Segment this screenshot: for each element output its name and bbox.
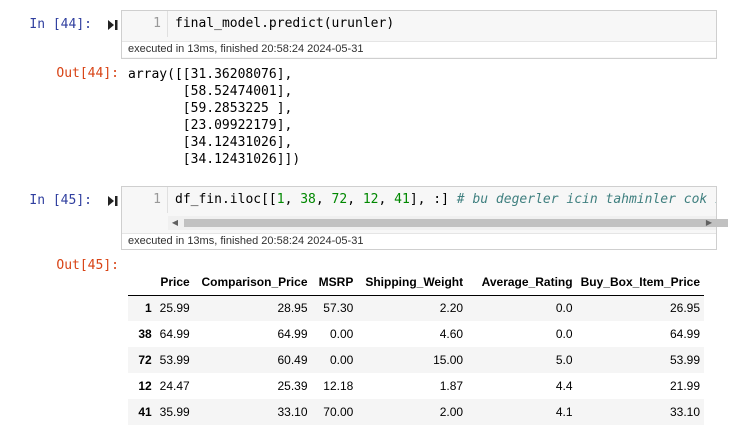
header-row: Price Comparison_Price MSRP Shipping_Wei… — [128, 269, 704, 296]
array-output-line: array([[31.36208076], — [128, 67, 293, 82]
line-number: 1 — [122, 11, 168, 37]
in-prompt-44: In [44]: — [29, 17, 92, 32]
table-cell: 5.0 — [555, 353, 573, 367]
code-comment: # bu degerler icin tahminler cok iyi — [456, 192, 716, 207]
table-cell: 26.95 — [669, 301, 700, 316]
table-row: 1 25.99 28.95 57.30 2.20 0.0 26.95 — [128, 295, 704, 321]
line-number: 1 — [122, 187, 168, 213]
in-prompt-45: In [45]: — [29, 193, 92, 208]
column-header: Shipping_Weight — [357, 269, 468, 296]
execution-info: executed in 13ms, finished 20:58:24 2024… — [122, 41, 716, 57]
table-cell: 64.99 — [669, 327, 700, 341]
table-cell: 24.47 — [159, 379, 190, 393]
table-cell: 0.0 — [555, 301, 573, 316]
dataframe-table: Price Comparison_Price MSRP Shipping_Wei… — [128, 269, 704, 425]
table-cell: 2.00 — [439, 405, 464, 419]
code-line[interactable]: 1 final_model.predict(urunler) — [122, 11, 716, 37]
code-sep: , — [284, 192, 301, 207]
table-cell: 35.99 — [159, 405, 190, 419]
array-output-line: [34.12431026]]) — [128, 152, 301, 167]
horizontal-scrollbar[interactable]: ◀ ▶ — [168, 216, 728, 230]
code-input-44[interactable]: 1 final_model.predict(urunler) executed … — [121, 10, 717, 59]
row-index: 72 — [138, 353, 152, 367]
table-cell: 15.00 — [433, 353, 464, 367]
row-index: 12 — [138, 379, 152, 393]
code-number: 72 — [331, 192, 348, 207]
column-header: Buy_Box_Item_Price — [576, 269, 704, 296]
row-index: 1 — [144, 301, 152, 316]
table-cell: 4.60 — [439, 327, 464, 341]
array-output-line: [59.2853225 ], — [128, 101, 293, 116]
column-header: Price — [155, 269, 194, 296]
table-cell: 60.49 — [277, 353, 308, 367]
run-cell-icon[interactable] — [107, 195, 119, 207]
table-cell: 33.10 — [669, 405, 700, 419]
table-cell: 25.39 — [277, 379, 308, 393]
run-cell-icon[interactable] — [107, 19, 119, 31]
table-cell: 0.00 — [329, 327, 354, 341]
code-number: 38 — [300, 192, 316, 207]
scrollbar-thumb[interactable] — [184, 219, 728, 227]
table-row: 72 53.99 60.49 0.00 15.00 5.0 53.99 — [128, 347, 704, 373]
code-number: 41 — [394, 192, 410, 207]
out-prompt-45: Out[45]: — [56, 258, 119, 273]
table-cell: 21.99 — [669, 379, 700, 393]
scroll-right-icon[interactable]: ▶ — [702, 216, 716, 230]
code-text[interactable]: df_fin.iloc[[1, 38, 72, 12, 41], :] # bu… — [175, 187, 716, 213]
table-cell: 64.99 — [159, 327, 190, 341]
table-cell: 4.4 — [555, 379, 573, 393]
table-row: 41 35.99 33.10 70.00 2.00 4.1 33.10 — [128, 399, 704, 425]
table-cell: 1.87 — [439, 379, 464, 393]
row-index: 38 — [138, 327, 152, 341]
array-output-line: [34.12431026], — [128, 135, 293, 150]
execution-info: executed in 13ms, finished 20:58:24 2024… — [122, 233, 716, 249]
table-cell: 64.99 — [277, 327, 308, 341]
column-header: MSRP — [311, 269, 358, 296]
table-cell: 4.1 — [555, 405, 573, 419]
code-sep: , — [347, 192, 363, 207]
out-prompt-44: Out[44]: — [56, 66, 119, 81]
table-cell: 33.10 — [277, 405, 308, 419]
table-cell: 57.30 — [323, 301, 354, 316]
table-cell: 28.95 — [277, 301, 308, 316]
code-sep: , — [315, 192, 332, 207]
column-header: Comparison_Price — [193, 269, 312, 296]
table-cell: 70.00 — [323, 405, 354, 419]
code-input-45[interactable]: 1 df_fin.iloc[[1, 38, 72, 12, 41], :] # … — [121, 186, 728, 250]
code-middle: ], :] — [409, 192, 457, 207]
code-line[interactable]: 1 df_fin.iloc[[1, 38, 72, 12, 41], :] # … — [122, 187, 716, 213]
table-row: 12 24.47 25.39 12.18 1.87 4.4 21.99 — [128, 373, 704, 399]
dataframe-output: Price Comparison_Price MSRP Shipping_Wei… — [128, 269, 704, 425]
table-cell: 12.18 — [323, 379, 354, 393]
code-sep: , — [378, 192, 395, 207]
index-header — [128, 269, 156, 296]
table-cell: 2.20 — [439, 301, 464, 316]
row-index: 41 — [138, 405, 152, 419]
code-prefix: df_fin.iloc[[ — [175, 192, 277, 207]
code-number: 1 — [276, 192, 285, 207]
array-output: array([[31.36208076], [58.52474001], [59… — [128, 66, 300, 168]
table-cell: 0.0 — [555, 327, 573, 341]
column-header: Average_Rating — [467, 269, 577, 296]
table-cell: 25.99 — [159, 301, 190, 316]
scroll-left-icon[interactable]: ◀ — [168, 216, 182, 230]
array-output-line: [58.52474001], — [128, 84, 293, 99]
table-row: 38 64.99 64.99 0.00 4.60 0.0 64.99 — [128, 321, 704, 347]
array-output-line: [23.09922179], — [128, 118, 293, 133]
table-cell: 0.00 — [329, 353, 354, 367]
table-cell: 53.99 — [669, 353, 700, 367]
code-text[interactable]: final_model.predict(urunler) — [175, 11, 394, 37]
table-cell: 53.99 — [159, 353, 190, 367]
code-number: 12 — [362, 192, 379, 207]
